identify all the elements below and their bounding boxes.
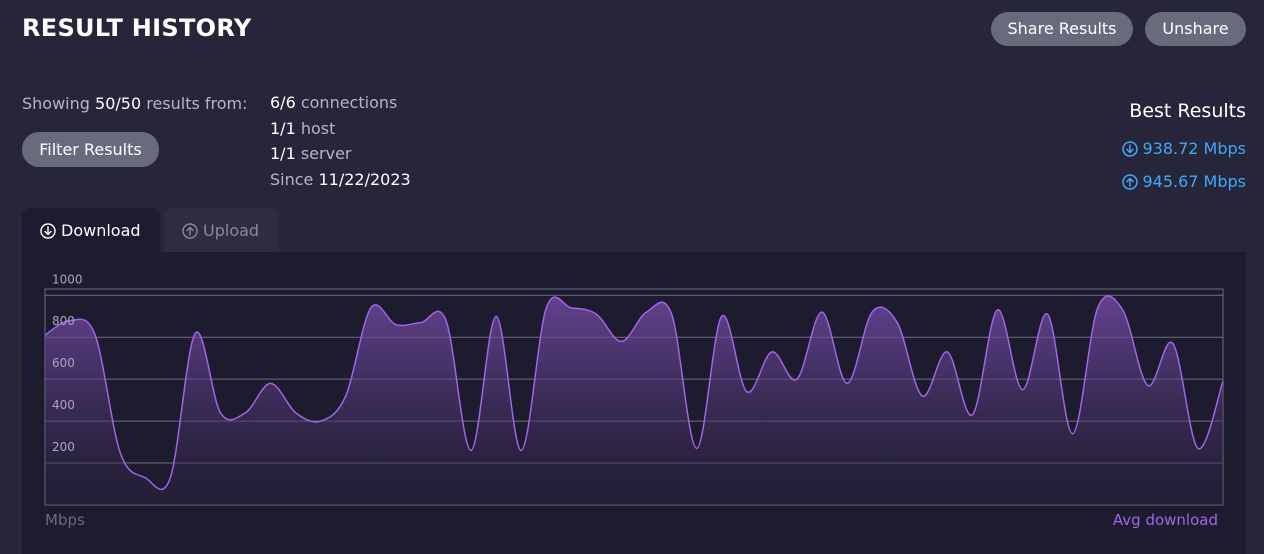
y-tick-label: 400 xyxy=(52,398,75,412)
series-label: Avg download xyxy=(1112,511,1218,529)
y-tick-label: 600 xyxy=(52,356,75,370)
y-tick-label: 200 xyxy=(52,440,75,454)
y-tick-label: 1000 xyxy=(52,272,83,286)
y-unit-label: Mbps xyxy=(45,511,85,529)
y-tick-label: 800 xyxy=(52,314,75,328)
download-history-chart: 200 400 600 800 1000 xyxy=(44,272,1224,506)
